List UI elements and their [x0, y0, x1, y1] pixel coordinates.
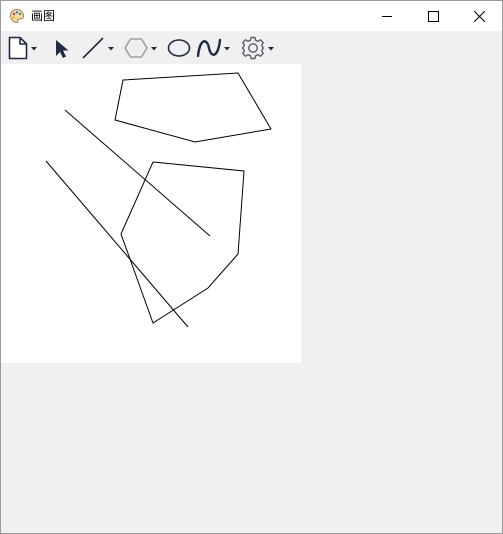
- document-icon: [8, 36, 28, 60]
- chevron-down-icon[interactable]: [149, 35, 159, 61]
- app-window: 画图: [0, 0, 503, 534]
- palette-icon: [10, 9, 24, 23]
- curve-tool[interactable]: [196, 35, 232, 61]
- maximize-icon: [427, 10, 439, 22]
- hexagon-icon: [124, 38, 148, 58]
- ellipse-icon: [167, 39, 191, 57]
- drawn-polygon-top[interactable]: [114, 72, 272, 143]
- new-file-tool[interactable]: [7, 35, 39, 61]
- drawn-polygon-bottom[interactable]: [120, 161, 245, 324]
- title-bar[interactable]: 画图: [1, 1, 502, 31]
- canvas-drawing: [45, 72, 272, 328]
- chevron-down-icon[interactable]: [29, 35, 39, 61]
- chevron-down-icon[interactable]: [266, 35, 276, 61]
- chevron-down-icon[interactable]: [106, 35, 116, 61]
- cursor-arrow-icon: [56, 40, 69, 58]
- select-tool[interactable]: [53, 35, 71, 61]
- polygon-tool[interactable]: [123, 35, 159, 61]
- line-icon: [82, 37, 104, 59]
- close-icon: [473, 10, 485, 22]
- chevron-down-icon[interactable]: [222, 35, 232, 61]
- close-button[interactable]: [456, 1, 502, 31]
- settings-tool[interactable]: [240, 35, 276, 61]
- drawing-canvas[interactable]: [1, 64, 301, 363]
- maximize-button[interactable]: [410, 1, 456, 31]
- curve-icon: [196, 38, 222, 58]
- toolbar: [1, 32, 502, 64]
- minimize-icon: [382, 16, 392, 17]
- window-title: 画图: [31, 9, 56, 23]
- drawn-line-2[interactable]: [45, 160, 189, 328]
- ellipse-tool[interactable]: [166, 35, 192, 61]
- gear-icon: [241, 36, 265, 60]
- line-tool[interactable]: [80, 35, 116, 61]
- minimize-button[interactable]: [364, 1, 410, 31]
- drawn-line-1[interactable]: [64, 109, 211, 237]
